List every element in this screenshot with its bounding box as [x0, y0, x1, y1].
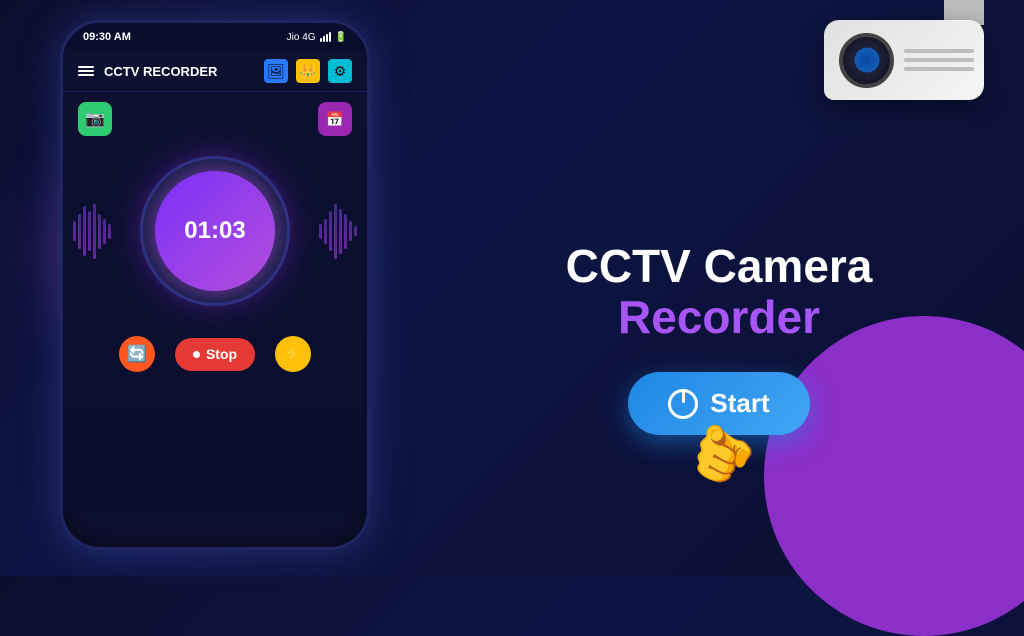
- bottom-controls: 🔄 ⏺ Stop ⚡: [63, 336, 367, 372]
- gallery-icon[interactable]: 🖼: [264, 59, 288, 83]
- heading-line2: Recorder: [566, 292, 873, 343]
- phone-wrapper: 09:30 AM Jio 4G 🔋 CCTV RECORDER 🖼 👑: [60, 20, 400, 560]
- crown-icon[interactable]: 👑: [296, 59, 320, 83]
- sound-wave-left: [73, 204, 111, 259]
- settings-icon[interactable]: ⚙: [328, 59, 352, 83]
- timer-display: 01:03: [184, 217, 245, 245]
- battery-icon: 🔋: [335, 32, 347, 43]
- status-right: Jio 4G 🔋: [287, 32, 347, 43]
- schedule-btn[interactable]: 📅: [318, 102, 352, 136]
- timer-inner-circle: 01:03: [155, 171, 275, 291]
- flash-button[interactable]: ⚡: [275, 336, 311, 372]
- camera-ribs: [904, 49, 974, 71]
- camera-lens: [839, 33, 894, 88]
- app-heading: CCTV Camera Recorder: [566, 241, 873, 342]
- phone: 09:30 AM Jio 4G 🔋 CCTV RECORDER 🖼 👑: [60, 20, 370, 550]
- stop-button[interactable]: ⏺ Stop: [175, 338, 255, 371]
- top-nav: CCTV RECORDER 🖼 👑 ⚙: [63, 51, 367, 92]
- camera-container: [824, 20, 1004, 100]
- timer-outer-ring: 01:03: [140, 156, 290, 306]
- camera-rib: [904, 67, 974, 71]
- stop-label: Stop: [206, 346, 237, 362]
- stop-icon: ⏺: [193, 346, 200, 363]
- refresh-button[interactable]: 🔄: [119, 336, 155, 372]
- camera-body: [824, 20, 984, 100]
- nav-icons: 🖼 👑 ⚙: [264, 59, 352, 83]
- power-icon: [668, 389, 698, 419]
- status-bar: 09:30 AM Jio 4G 🔋: [63, 23, 367, 51]
- top-buttons: 📷 📅: [63, 92, 367, 146]
- start-btn-container: Start 🫵: [628, 372, 809, 435]
- carrier-text: Jio 4G: [287, 32, 316, 43]
- right-content: CCTV Camera Recorder Start 🫵: [454, 0, 1024, 576]
- signal-bars: [320, 32, 331, 42]
- camera-rib: [904, 58, 974, 62]
- timer-area: 01:03: [63, 156, 367, 306]
- camera-body-right: [894, 39, 984, 81]
- heading-line1: CCTV Camera: [566, 241, 873, 292]
- phone-content: 📷 📅 01:03: [63, 92, 367, 512]
- sound-wave-right: [319, 204, 357, 259]
- status-time: 09:30 AM: [83, 31, 131, 43]
- camera-rib: [904, 49, 974, 53]
- hamburger-icon[interactable]: [78, 66, 94, 76]
- app-title: CCTV RECORDER: [104, 64, 254, 79]
- camera-toggle-btn[interactable]: 📷: [78, 102, 112, 136]
